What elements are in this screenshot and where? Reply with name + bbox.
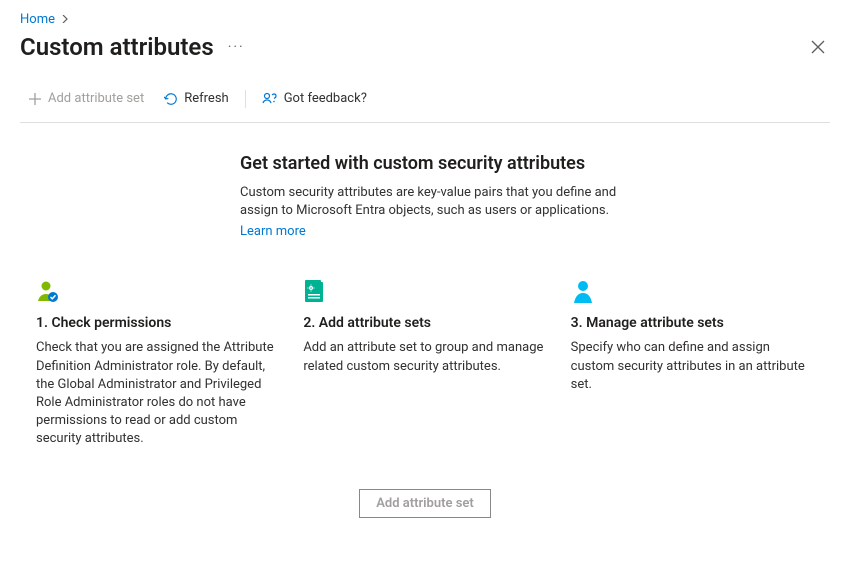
refresh-icon: [164, 92, 178, 106]
add-attribute-set-primary-button: Add attribute set: [359, 489, 491, 518]
close-button[interactable]: [806, 35, 830, 59]
feedback-label: Got feedback?: [284, 91, 367, 106]
refresh-label: Refresh: [184, 91, 228, 106]
add-attribute-set-button: Add attribute set: [20, 85, 152, 112]
breadcrumb: Home: [20, 12, 830, 27]
step-1-title: 1. Check permissions: [36, 315, 279, 331]
toolbar: Add attribute set Refresh Got feedback?: [20, 85, 830, 123]
step-2-desc: Add an attribute set to group and manage…: [303, 339, 546, 375]
more-menu-icon[interactable]: ···: [228, 39, 245, 55]
add-attribute-set-label: Add attribute set: [48, 91, 144, 106]
learn-more-link[interactable]: Learn more: [240, 224, 306, 239]
step-check-permissions: 1. Check permissions Check that you are …: [36, 275, 279, 448]
intro-section: Get started with custom security attribu…: [240, 153, 660, 239]
refresh-button[interactable]: Refresh: [156, 85, 236, 112]
toolbar-separator: [245, 90, 246, 108]
breadcrumb-home[interactable]: Home: [20, 12, 55, 27]
step-3-title: 3. Manage attribute sets: [571, 315, 814, 331]
step-manage-attribute-sets: 3. Manage attribute sets Specify who can…: [571, 275, 814, 448]
chevron-right-icon: [61, 13, 69, 26]
step-2-title: 2. Add attribute sets: [303, 315, 546, 331]
steps-row: 1. Check permissions Check that you are …: [20, 275, 830, 448]
page-title: Custom attributes: [20, 33, 214, 61]
intro-desc-line2: assign to Microsoft Entra objects, such …: [240, 203, 609, 218]
header-row: Custom attributes ···: [20, 33, 830, 61]
intro-heading: Get started with custom security attribu…: [240, 153, 660, 174]
step-1-desc: Check that you are assigned the Attribut…: [36, 339, 279, 448]
person-icon: [571, 275, 814, 305]
person-check-icon: [36, 275, 279, 305]
step-add-attribute-sets: 2. Add attribute sets Add an attribute s…: [303, 275, 546, 448]
intro-desc-line1: Custom security attributes are key-value…: [240, 185, 616, 200]
document-gear-icon: [303, 275, 546, 305]
feedback-button[interactable]: Got feedback?: [254, 85, 375, 112]
bottom-action: Add attribute set: [20, 489, 830, 518]
step-3-desc: Specify who can define and assign custom…: [571, 339, 814, 394]
feedback-icon: [262, 92, 278, 106]
plus-icon: [28, 92, 42, 106]
